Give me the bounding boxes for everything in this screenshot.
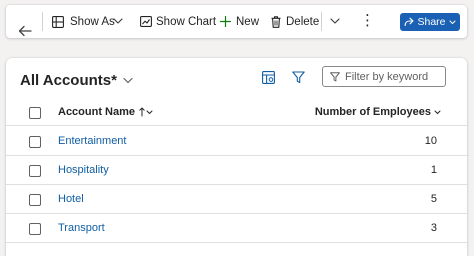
row-checkbox[interactable] [29, 223, 41, 235]
separator [42, 12, 43, 31]
row-checkbox[interactable] [29, 165, 41, 177]
view-selector[interactable]: All Accounts* [20, 72, 133, 89]
edit-columns-button[interactable] [262, 71, 275, 89]
row-checkbox[interactable] [29, 194, 41, 206]
show-chart-label: Show Chart [156, 15, 217, 28]
account-name-link[interactable]: Transport [58, 222, 105, 234]
employees-value: 3 [430, 222, 437, 234]
sort-ascending-icon [139, 107, 153, 117]
share-label: Share [417, 16, 446, 28]
filter-button[interactable] [292, 71, 305, 89]
delete-label: Delete [286, 15, 320, 28]
column-header-employees[interactable]: Number of Employees [315, 106, 441, 118]
chevron-down-icon [434, 110, 441, 114]
filter-icon [330, 71, 340, 81]
arrow-left-icon [18, 25, 32, 36]
command-bar: Show As Show Chart New Delete ⋮ Share [6, 5, 467, 38]
column-header-account-name[interactable]: Account Name [58, 106, 153, 118]
view-title: All Accounts* [20, 72, 117, 89]
chart-icon [140, 16, 152, 27]
delete-button[interactable]: Delete [271, 5, 319, 38]
row-checkbox[interactable] [29, 136, 41, 148]
trash-icon [271, 15, 281, 28]
new-label: New [236, 15, 260, 28]
chevron-down-icon [449, 20, 456, 24]
show-as-label: Show As [70, 15, 115, 28]
back-button[interactable] [18, 14, 32, 47]
show-as-button[interactable]: Show As [52, 5, 115, 38]
more-commands-dropdown[interactable] [330, 17, 340, 25]
plus-icon [220, 16, 231, 27]
table-row[interactable]: Transport 3 [6, 214, 467, 243]
account-name-link[interactable]: Hospitality [58, 164, 109, 176]
separator [321, 12, 322, 31]
account-name-link[interactable]: Hotel [58, 193, 84, 205]
show-as-dropdown[interactable] [113, 17, 123, 25]
employees-value: 5 [430, 193, 437, 205]
more-options-button[interactable]: ⋮ [360, 13, 375, 28]
filter-icon [292, 71, 305, 84]
table-row[interactable]: Hospitality 1 [6, 156, 467, 185]
grid-view-icon [52, 15, 64, 28]
chevron-down-icon [113, 18, 123, 24]
edit-columns-icon [262, 71, 275, 84]
table-row[interactable]: Hotel 5 [6, 185, 467, 214]
table-row[interactable]: Entertainment 10 [6, 127, 467, 156]
chevron-down-icon [123, 77, 133, 84]
search-placeholder: Filter by keyword [345, 70, 429, 83]
select-all-checkbox[interactable] [29, 107, 41, 119]
keyword-filter-input[interactable]: Filter by keyword [322, 66, 446, 87]
share-icon [405, 17, 415, 27]
chevron-down-icon [330, 18, 340, 24]
employees-value: 1 [430, 164, 437, 176]
share-button[interactable]: Share [400, 13, 460, 31]
new-button[interactable]: New [220, 5, 259, 38]
employees-value: 10 [424, 135, 437, 147]
accounts-grid-card: All Accounts* Filter by keyword Account … [6, 58, 467, 256]
show-chart-button[interactable]: Show Chart [140, 5, 216, 38]
grid-header: Account Name Number of Employees [6, 99, 467, 126]
account-name-link[interactable]: Entertainment [58, 135, 126, 147]
